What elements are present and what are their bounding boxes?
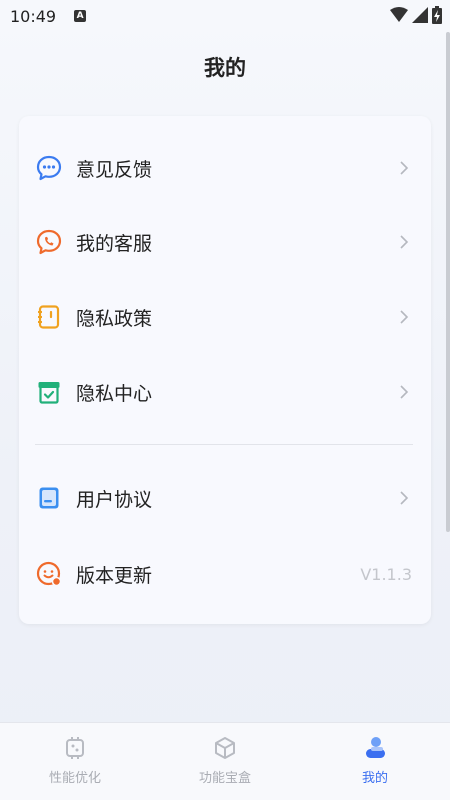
profile-user-icon <box>366 737 385 758</box>
version-number: V1.1.3 <box>360 564 412 584</box>
menu-item-label: 我的客服 <box>76 232 153 255</box>
status-icons <box>390 6 442 24</box>
status-bar: 10:49 A <box>0 0 450 32</box>
version-update-smile-icon <box>36 561 62 587</box>
user-agreement-icon <box>39 487 59 509</box>
customer-service-phone-icon <box>36 229 62 255</box>
privacy-center-box-icon <box>38 382 60 404</box>
menu-item-label: 用户协议 <box>76 488 153 511</box>
status-time: 10:49 <box>10 6 57 26</box>
wifi-icon <box>390 7 408 22</box>
menu-item-privacy-policy[interactable]: 隐私政策 <box>19 291 431 343</box>
chevron-right-icon <box>400 161 409 175</box>
notification-icon: A <box>74 10 87 22</box>
scrollbar[interactable] <box>446 32 450 532</box>
chevron-right-icon <box>400 491 409 505</box>
menu-item-feedback[interactable]: 意见反馈 <box>19 142 431 194</box>
menu-item-privacy-center[interactable]: 隐私中心 <box>19 366 431 418</box>
tab-label: 我的 <box>361 771 388 786</box>
tab-performance[interactable]: 性能优化 <box>25 735 125 786</box>
menu-item-user-agreement[interactable]: 用户协议 <box>19 472 431 524</box>
page-title: 我的 <box>204 56 246 80</box>
tab-label: 功能宝盒 <box>198 771 251 786</box>
feedback-chat-icon <box>36 155 62 181</box>
menu-item-customer-service[interactable]: 我的客服 <box>19 216 431 268</box>
privacy-policy-notebook-icon <box>38 305 60 329</box>
settings-card: 意见反馈 我的客服 隐私政策 隐私中心 用户协议 版本更新 V1.1.3 <box>19 116 431 624</box>
menu-item-label: 版本更新 <box>76 564 153 587</box>
menu-item-label: 隐私政策 <box>76 307 153 330</box>
battery-icon <box>432 6 442 24</box>
performance-chip-icon <box>66 737 84 759</box>
menu-item-label: 意见反馈 <box>76 158 153 181</box>
menu-item-label: 隐私中心 <box>76 382 153 405</box>
chevron-right-icon <box>400 385 409 399</box>
divider <box>35 444 413 445</box>
tab-feature-box[interactable]: 功能宝盒 <box>175 735 275 786</box>
menu-item-version-update[interactable]: 版本更新 V1.1.3 <box>19 548 431 600</box>
signal-icon <box>412 7 428 23</box>
bottom-nav: 性能优化 功能宝盒 我的 <box>0 722 450 800</box>
chevron-right-icon <box>400 310 409 324</box>
tab-profile[interactable]: 我的 <box>325 735 425 786</box>
tab-label: 性能优化 <box>48 771 101 786</box>
feature-box-icon <box>215 737 235 759</box>
chevron-right-icon <box>400 235 409 249</box>
